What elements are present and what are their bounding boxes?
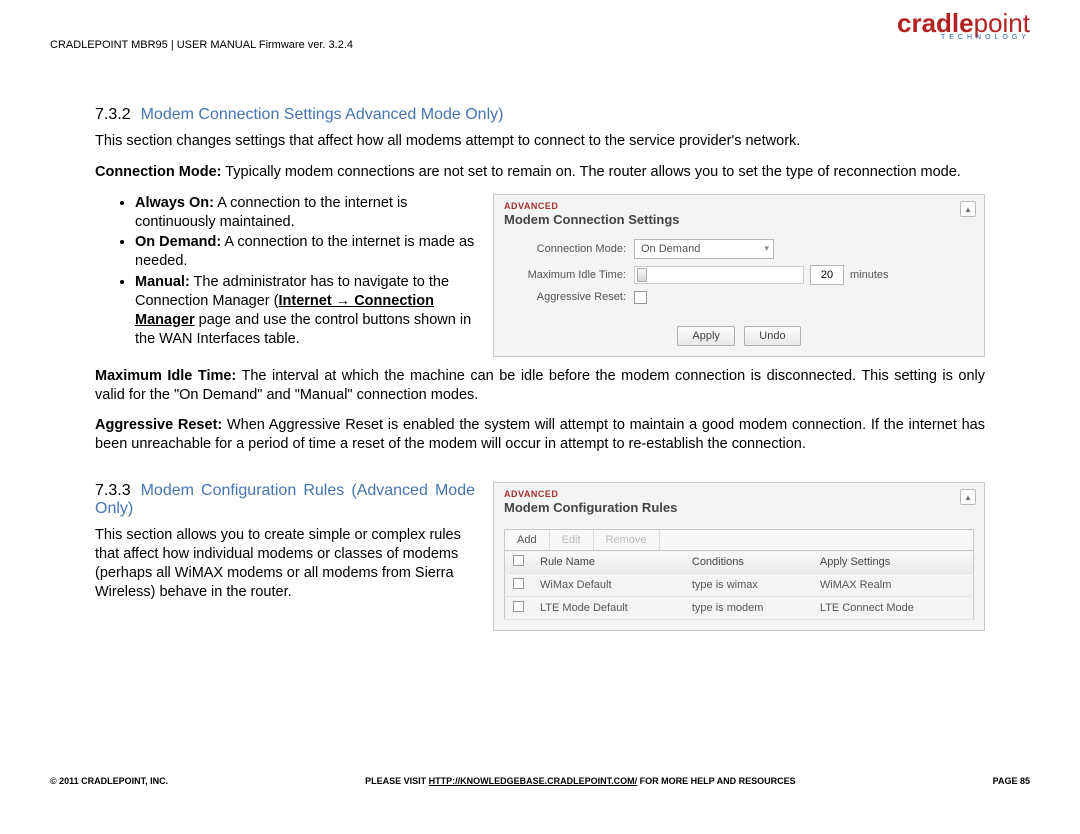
brand-logo: cradlepoint TECHNOLOGY	[897, 10, 1030, 41]
max-idle-desc: Maximum Idle Time: The interval at which…	[95, 367, 985, 405]
remove-button[interactable]: Remove	[594, 530, 660, 550]
footer-page: PAGE 85	[993, 776, 1030, 786]
collapse-button[interactable]: ▴	[960, 201, 976, 217]
table-header-row: Rule Name Conditions Apply Settings	[505, 551, 974, 574]
col-apply-settings: Apply Settings	[812, 551, 974, 574]
idle-time-input[interactable]	[810, 265, 844, 285]
section-intro: This section changes settings that affec…	[95, 132, 985, 151]
advanced-badge: ADVANCED	[504, 201, 974, 211]
section-heading-733: 7.3.3Modem Configuration Rules (Advanced…	[95, 482, 475, 518]
connection-mode-desc: Connection Mode: Typically modem connect…	[95, 163, 985, 182]
doc-title: CRADLEPOINT MBR95 | USER MANUAL Firmware…	[50, 39, 1030, 51]
knowledgebase-link[interactable]: HTTP://KNOWLEDGEBASE.CRADLEPOINT.COM/	[429, 776, 638, 786]
table-row[interactable]: WiMax Default type is wimax WiMAX Realm	[505, 574, 974, 597]
idle-time-slider[interactable]	[634, 266, 804, 284]
slider-thumb[interactable]	[637, 268, 647, 282]
modem-config-rules-panel: ADVANCED Modem Configuration Rules ▴ Add…	[493, 482, 985, 631]
advanced-badge: ADVANCED	[504, 489, 974, 499]
select-all-checkbox[interactable]	[513, 555, 524, 566]
rules-table: Rule Name Conditions Apply Settings WiMa…	[504, 550, 974, 620]
add-button[interactable]: Add	[505, 530, 550, 550]
col-conditions: Conditions	[684, 551, 812, 574]
table-row[interactable]: LTE Mode Default type is modem LTE Conne…	[505, 597, 974, 620]
rules-toolbar: Add Edit Remove	[504, 529, 974, 550]
section2-text: This section allows you to create simple…	[95, 526, 475, 601]
col-rule-name: Rule Name	[532, 551, 684, 574]
aggressive-reset-label: Aggressive Reset:	[504, 291, 634, 303]
idle-time-unit: minutes	[850, 269, 889, 281]
connection-mode-label: Connection Mode:	[504, 243, 634, 255]
page-footer: © 2011 CRADLEPOINT, INC. PLEASE VISIT HT…	[50, 776, 1030, 786]
row-checkbox[interactable]	[513, 601, 524, 612]
section-heading-732: 7.3.2Modem Connection Settings Advanced …	[95, 106, 985, 124]
modem-connection-settings-panel: ADVANCED Modem Connection Settings ▴ Con…	[493, 194, 985, 357]
aggressive-reset-checkbox[interactable]	[634, 291, 647, 304]
apply-button[interactable]: Apply	[677, 326, 735, 346]
chevron-down-icon: ▾	[764, 243, 769, 254]
collapse-button[interactable]: ▴	[960, 489, 976, 505]
undo-button[interactable]: Undo	[744, 326, 800, 346]
edit-button[interactable]: Edit	[550, 530, 594, 550]
max-idle-label: Maximum Idle Time:	[504, 269, 634, 281]
footer-copyright: © 2011 CRADLEPOINT, INC.	[50, 776, 168, 786]
aggressive-reset-desc: Aggressive Reset: When Aggressive Reset …	[95, 416, 985, 454]
panel-title: Modem Configuration Rules	[504, 500, 974, 515]
connection-mode-list: Always On: A connection to the internet …	[95, 194, 475, 349]
connection-mode-select[interactable]: On Demand ▾	[634, 239, 774, 259]
footer-help: PLEASE VISIT HTTP://KNOWLEDGEBASE.CRADLE…	[168, 776, 992, 786]
panel-title: Modem Connection Settings	[504, 212, 974, 227]
row-checkbox[interactable]	[513, 578, 524, 589]
